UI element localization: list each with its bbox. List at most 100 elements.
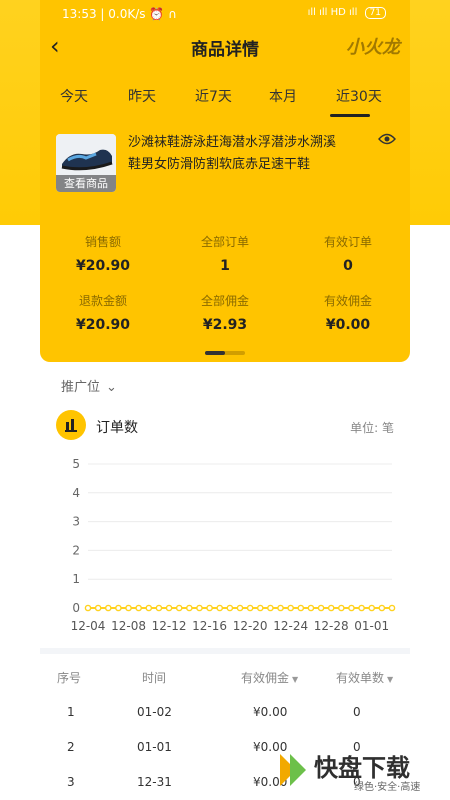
cell-time: 12-31 [137, 775, 172, 789]
eye-icon[interactable] [378, 132, 396, 146]
filter-label: 推广位 [61, 380, 101, 395]
col-header-index: 序号 [57, 671, 82, 685]
x-tick-label: 12-12 [152, 619, 187, 633]
site-watermark: 快盘下载 绿色·安全·高速 [276, 748, 446, 794]
col-header-time: 时间 [142, 671, 167, 685]
chart-badge-icon [56, 410, 86, 440]
stat-all-orders-label: 全部订单 [200, 235, 249, 249]
data-point [115, 604, 122, 612]
data-point [125, 604, 132, 612]
data-point [277, 604, 284, 612]
data-point [378, 604, 386, 612]
y-tick-label: 0 [72, 601, 80, 615]
y-tick-label: 1 [72, 572, 80, 586]
data-point [358, 604, 365, 612]
x-tick-label: 12-20 [233, 619, 268, 633]
orders-line-chart: 0 1 2 3 4 5 12-04 12-08 12-12 12-16 12-20 12-24 12-2… [71, 457, 396, 633]
cell-index: 2 [67, 740, 75, 754]
data-point [206, 604, 213, 612]
cell-index: 3 [67, 775, 75, 789]
x-tick-label: 12-28 [314, 619, 349, 633]
tab-today[interactable]: 今天 [60, 86, 88, 106]
cell-index: 1 [67, 705, 75, 719]
data-point [236, 604, 244, 612]
status-icons: ıll ıll HD ıll 71 [308, 7, 386, 19]
active-tab-indicator [330, 114, 370, 117]
tab-yesterday[interactable]: 昨天 [128, 86, 156, 106]
data-point [84, 604, 92, 612]
data-point [287, 604, 294, 612]
data-point [348, 604, 355, 612]
stat-valid-commission-value: ¥0.00 [325, 317, 371, 333]
x-tick-label: 12-24 [273, 619, 308, 633]
cell-commission: ¥0.00 [253, 705, 288, 719]
stat-valid-orders-value: 0 [343, 258, 353, 274]
data-point [226, 604, 234, 612]
data-point [175, 604, 183, 612]
stat-all-orders-value: 1 [220, 258, 230, 274]
data-point [267, 604, 274, 612]
x-tick-label: 01-01 [354, 619, 389, 633]
data-point [246, 604, 254, 612]
tab-this-month[interactable]: 本月 [269, 86, 297, 106]
app-logo: 小火龙 [346, 37, 400, 58]
chart-title: 订单数 [96, 420, 138, 436]
stat-valid-commission-label: 有效佣金 [323, 294, 372, 308]
data-point [297, 604, 305, 612]
y-tick-label: 2 [72, 543, 80, 557]
battery-icon: 71 [364, 7, 386, 19]
product-title: 沙滩袜鞋游泳赶海潜水浮潜涉水溯溪 鞋男女防滑防割软底赤足速干鞋 [128, 135, 337, 172]
stat-all-commission-label: 全部佣金 [200, 294, 249, 308]
cell-count: 0 [353, 705, 361, 719]
data-point [307, 604, 315, 612]
data-point [368, 604, 376, 612]
data-point [317, 604, 325, 612]
cell-time: 01-01 [137, 740, 172, 754]
promotion-slot-filter[interactable]: 推广位 ⌄ [61, 376, 117, 395]
card-page-indicator [205, 351, 245, 355]
stat-sales-value: ¥20.90 [75, 258, 131, 274]
tab-7-days[interactable]: 近7天 [195, 86, 232, 106]
col-header-valid-commission[interactable]: 有效佣金 ▼ [241, 669, 298, 686]
data-point [338, 604, 345, 612]
y-tick-label: 3 [72, 515, 80, 529]
col-header-valid-count[interactable]: 有效单数 ▼ [336, 669, 393, 686]
stat-all-commission-value: ¥2.93 [202, 317, 248, 333]
x-tick-label: 12-08 [111, 619, 146, 633]
date-range-tabs: 今天 昨天 近7天 本月 近30天 [40, 86, 410, 116]
stat-sales-label: 销售额 [84, 235, 121, 249]
data-point [327, 604, 335, 612]
x-tick-label: 12-04 [71, 619, 106, 633]
product-thumbnail[interactable]: 查看商品 [56, 134, 116, 192]
cell-time: 01-02 [137, 705, 172, 719]
data-point [388, 604, 396, 612]
y-tick-label: 4 [72, 486, 80, 500]
data-point [104, 604, 112, 612]
data-point [256, 604, 264, 612]
view-product-label[interactable]: 查看商品 [56, 175, 116, 192]
stat-refund-label: 退款金额 [78, 294, 127, 308]
data-point [94, 604, 102, 612]
watermark-logo-icon [280, 754, 306, 786]
table-divider [40, 648, 410, 654]
sort-caret-icon: ▼ [387, 675, 394, 684]
stat-valid-orders-label: 有效订单 [323, 235, 372, 249]
tab-30-days[interactable]: 近30天 [336, 86, 382, 106]
data-point [145, 604, 153, 612]
data-point [216, 604, 224, 612]
x-tick-label: 12-16 [192, 619, 227, 633]
watermark-subtext: 绿色·安全·高速 [354, 782, 421, 793]
data-point [135, 604, 142, 612]
sort-caret-icon: ▼ [292, 675, 299, 684]
data-point [165, 604, 173, 612]
status-time: 13:53 | 0.0K/s ⏰ ∩ [62, 7, 177, 21]
stat-refund-value: ¥20.90 [75, 317, 131, 333]
status-bar: 13:53 | 0.0K/s ⏰ ∩ ıll ıll HD ıll 71 [0, 0, 450, 28]
y-tick-label: 5 [72, 457, 80, 471]
chart-unit: 单位: 笔 [350, 421, 394, 435]
data-point [186, 604, 193, 612]
chevron-down-icon: ⌄ [106, 380, 117, 395]
data-point [196, 604, 203, 612]
nav-bar: ‹ 商品详情 小火龙 [0, 28, 450, 62]
data-point [155, 604, 163, 612]
